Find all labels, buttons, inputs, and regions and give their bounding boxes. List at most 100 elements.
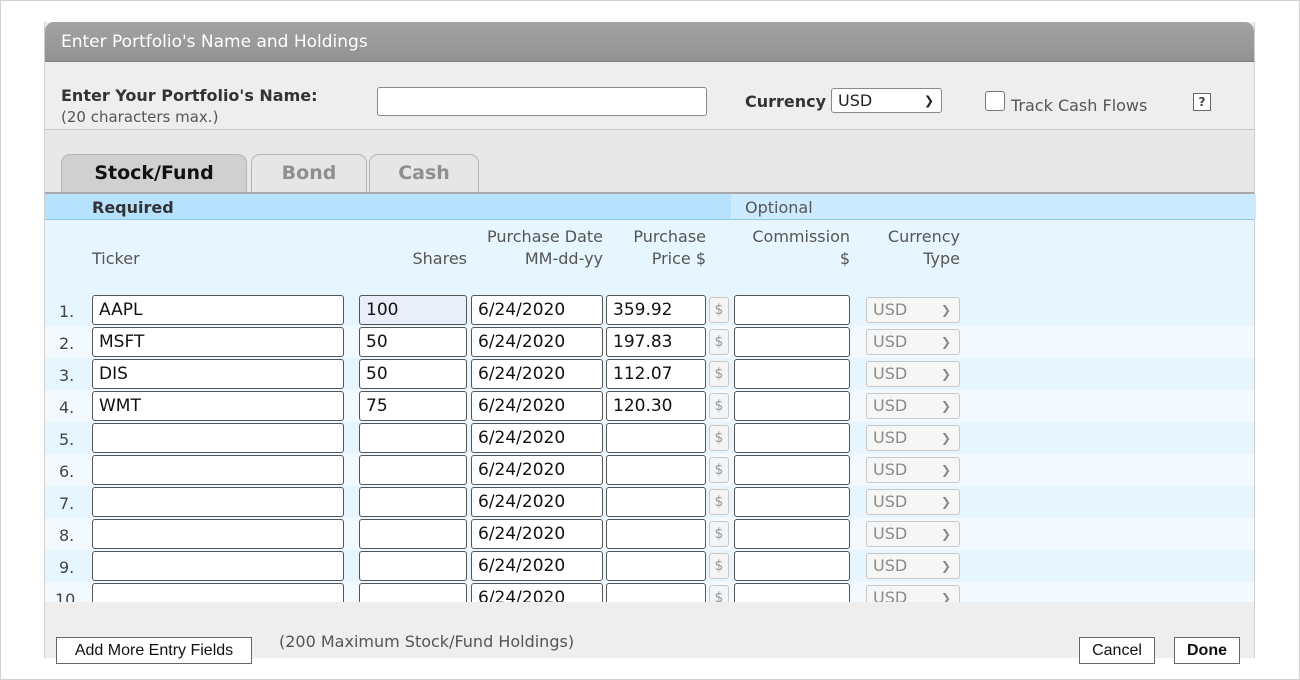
- shares-input[interactable]: [359, 551, 467, 581]
- header-purchase-price: Purchase Price $: [606, 226, 706, 270]
- shares-input[interactable]: 100: [359, 295, 467, 325]
- currency-type-select[interactable]: USD ❯: [866, 521, 960, 547]
- shares-input[interactable]: [359, 519, 467, 549]
- currency-type-select[interactable]: USD ❯: [866, 393, 960, 419]
- tab-stock-fund[interactable]: Stock/Fund: [61, 154, 247, 192]
- ticker-input[interactable]: MSFT: [92, 327, 344, 357]
- row-number: 8.: [59, 526, 75, 545]
- ticker-input[interactable]: DIS: [92, 359, 344, 389]
- purchase-price-input[interactable]: 359.92: [606, 295, 706, 325]
- ticker-input[interactable]: AAPL: [92, 295, 344, 325]
- purchase-date-input[interactable]: 6/24/2020: [471, 519, 603, 549]
- chevron-down-icon: ❯: [940, 495, 951, 509]
- cancel-button[interactable]: Cancel: [1079, 637, 1155, 664]
- row-number: 2.: [59, 334, 75, 353]
- shares-input[interactable]: 50: [359, 327, 467, 357]
- header-currency-type: Currency Type: [866, 226, 960, 270]
- ticker-input[interactable]: [92, 455, 344, 485]
- shares-input[interactable]: [359, 487, 467, 517]
- currency-type-select[interactable]: USD ❯: [866, 553, 960, 579]
- holdings-grid: Required Optional Ticker Shares Purchase…: [45, 194, 1256, 614]
- currency-type-value: USD: [873, 556, 908, 575]
- header-ticker: Ticker: [92, 249, 140, 268]
- purchase-price-input[interactable]: [606, 519, 706, 549]
- ticker-input[interactable]: [92, 519, 344, 549]
- track-cash-flows-checkbox[interactable]: [985, 91, 1005, 111]
- tab-bond[interactable]: Bond: [251, 154, 367, 192]
- purchase-date-input[interactable]: 6/24/2020: [471, 551, 603, 581]
- currency-type-select[interactable]: USD ❯: [866, 297, 960, 323]
- currency-type-value: USD: [873, 460, 908, 479]
- purchase-price-input[interactable]: 120.30: [606, 391, 706, 421]
- dollar-icon[interactable]: $: [709, 297, 729, 323]
- window-frame: Enter Portfolio's Name and Holdings Ente…: [0, 0, 1300, 680]
- purchase-price-input[interactable]: [606, 455, 706, 485]
- header-commission: Commission $: [734, 226, 850, 270]
- purchase-date-input[interactable]: 6/24/2020: [471, 455, 603, 485]
- header-purchase-date: Purchase Date MM-dd-yy: [459, 226, 603, 270]
- dollar-icon[interactable]: $: [709, 521, 729, 547]
- shares-input[interactable]: [359, 423, 467, 453]
- dollar-icon[interactable]: $: [709, 393, 729, 419]
- currency-type-select[interactable]: USD ❯: [866, 329, 960, 355]
- purchase-price-input[interactable]: [606, 487, 706, 517]
- portfolio-name-hint: (20 characters max.): [61, 108, 219, 126]
- header-purchase-price-line1: Purchase: [633, 227, 706, 246]
- commission-input[interactable]: [734, 295, 850, 325]
- row-number: 9.: [59, 558, 75, 577]
- chevron-down-icon: ❯: [940, 527, 951, 541]
- purchase-price-input[interactable]: [606, 551, 706, 581]
- purchase-price-input[interactable]: [606, 423, 706, 453]
- purchase-date-input[interactable]: 6/24/2020: [471, 327, 603, 357]
- done-button[interactable]: Done: [1174, 637, 1240, 664]
- purchase-date-input[interactable]: 6/24/2020: [471, 359, 603, 389]
- currency-type-value: USD: [873, 396, 908, 415]
- commission-input[interactable]: [734, 487, 850, 517]
- commission-input[interactable]: [734, 391, 850, 421]
- commission-input[interactable]: [734, 423, 850, 453]
- commission-input[interactable]: [734, 327, 850, 357]
- table-row: 5. 6/24/2020 $ USD ❯: [45, 422, 1254, 454]
- purchase-date-input[interactable]: 6/24/2020: [471, 423, 603, 453]
- dollar-icon[interactable]: $: [709, 329, 729, 355]
- track-cash-flows-label[interactable]: Track Cash Flows: [1011, 96, 1147, 115]
- commission-input[interactable]: [734, 455, 850, 485]
- ticker-input[interactable]: [92, 487, 344, 517]
- purchase-price-input[interactable]: 112.07: [606, 359, 706, 389]
- dollar-icon[interactable]: $: [709, 553, 729, 579]
- header-purchase-price-line2: Price $: [651, 249, 706, 268]
- add-more-entry-fields-button[interactable]: Add More Entry Fields: [56, 637, 252, 664]
- dialog-title: Enter Portfolio's Name and Holdings: [45, 22, 1254, 62]
- tab-cash[interactable]: Cash: [369, 154, 479, 192]
- ticker-input[interactable]: [92, 423, 344, 453]
- dollar-icon[interactable]: $: [709, 489, 729, 515]
- currency-type-select[interactable]: USD ❯: [866, 457, 960, 483]
- dollar-icon[interactable]: $: [709, 361, 729, 387]
- portfolio-name-input[interactable]: [377, 87, 707, 116]
- purchase-date-input[interactable]: 6/24/2020: [471, 391, 603, 421]
- currency-select[interactable]: USD ❯: [831, 88, 942, 113]
- ticker-input[interactable]: [92, 551, 344, 581]
- purchase-date-input[interactable]: 6/24/2020: [471, 295, 603, 325]
- table-row: 6. 6/24/2020 $ USD ❯: [45, 454, 1254, 486]
- row-number: 1.: [59, 302, 75, 321]
- currency-type-value: USD: [873, 332, 908, 351]
- purchase-price-input[interactable]: 197.83: [606, 327, 706, 357]
- shares-input[interactable]: 50: [359, 359, 467, 389]
- shares-input[interactable]: 75: [359, 391, 467, 421]
- currency-type-select[interactable]: USD ❯: [866, 361, 960, 387]
- commission-input[interactable]: [734, 551, 850, 581]
- help-icon[interactable]: ?: [1193, 93, 1211, 111]
- tab-bar: Cash Bond Stock/Fund: [45, 130, 1254, 194]
- currency-type-select[interactable]: USD ❯: [866, 425, 960, 451]
- purchase-date-input[interactable]: 6/24/2020: [471, 487, 603, 517]
- currency-type-value: USD: [873, 428, 908, 447]
- commission-input[interactable]: [734, 519, 850, 549]
- row-number: 5.: [59, 430, 75, 449]
- ticker-input[interactable]: WMT: [92, 391, 344, 421]
- dollar-icon[interactable]: $: [709, 457, 729, 483]
- shares-input[interactable]: [359, 455, 467, 485]
- currency-type-select[interactable]: USD ❯: [866, 489, 960, 515]
- commission-input[interactable]: [734, 359, 850, 389]
- dollar-icon[interactable]: $: [709, 425, 729, 451]
